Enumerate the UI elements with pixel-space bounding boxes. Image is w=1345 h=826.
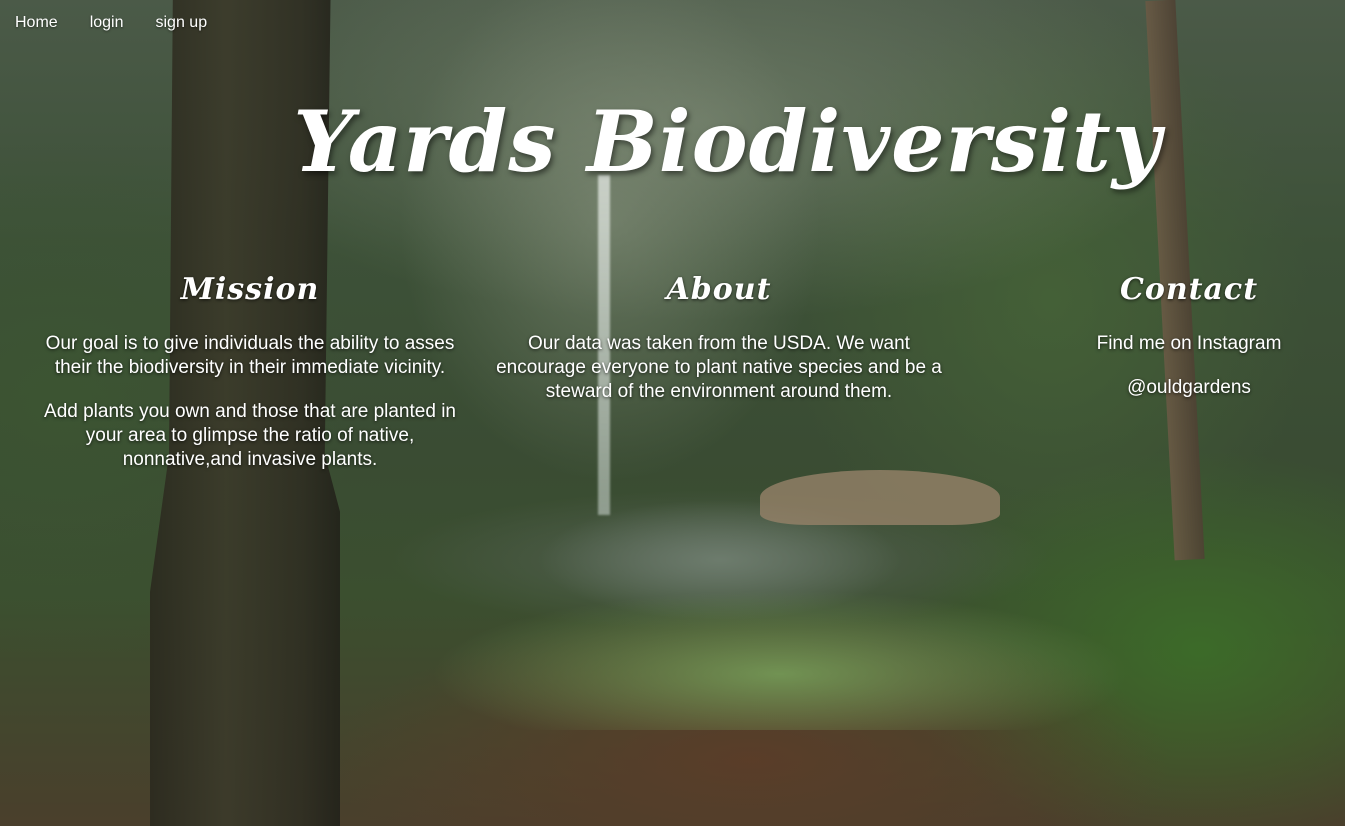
about-paragraph: Our data was taken from the USDA. We wan… xyxy=(496,333,942,402)
nav-link-home[interactable]: Home xyxy=(15,14,58,32)
about-heading: About xyxy=(666,272,772,307)
contact-instagram-handle: @ouldgardens xyxy=(1127,377,1251,398)
mission-paragraph-add-plants: Add plants you own and those that are pl… xyxy=(44,401,456,470)
mission-paragraph-goal: Our goal is to give individuals the abil… xyxy=(45,333,455,378)
top-navigation: Home login sign up xyxy=(15,14,239,32)
contact-instagram-text: Find me on Instagram xyxy=(1096,333,1282,354)
page-title: Yards Biodiversity xyxy=(293,92,1162,191)
nav-link-login[interactable]: login xyxy=(90,14,124,32)
contact-heading: Contact xyxy=(1119,272,1259,307)
contact-section: Contact Find me on Instagram @ouldgarden… xyxy=(1080,270,1298,420)
background-foreground-plants xyxy=(430,590,1130,730)
mission-heading: Mission xyxy=(180,272,320,307)
mission-section: Mission Our goal is to give individuals … xyxy=(30,270,470,492)
about-section: About Our data was taken from the USDA. … xyxy=(484,270,954,424)
background-rocks xyxy=(760,470,1000,525)
nav-link-sign-up[interactable]: sign up xyxy=(156,14,208,32)
